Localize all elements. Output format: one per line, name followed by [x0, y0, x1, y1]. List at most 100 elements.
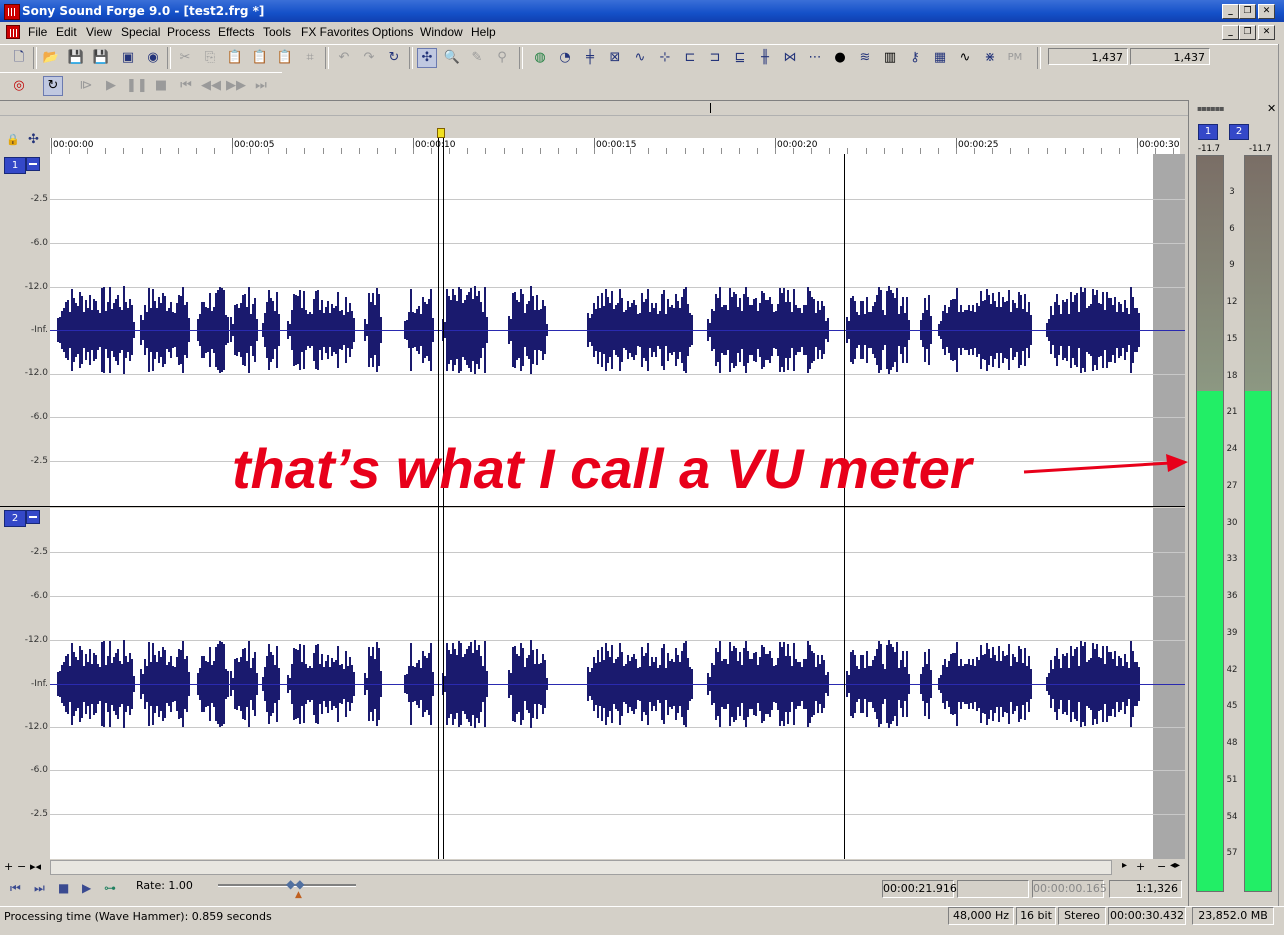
save-as-icon[interactable]: 💾: [91, 48, 111, 68]
process-icon-6[interactable]: ⊹: [655, 48, 675, 68]
repeat-icon[interactable]: ↻: [384, 48, 404, 68]
scroll-right-button[interactable]: ▸: [1122, 860, 1127, 871]
loop-icon[interactable]: ↻: [43, 76, 63, 96]
horizontal-scrollbar[interactable]: [50, 860, 1112, 875]
process-icon-1[interactable]: ◍: [530, 48, 550, 68]
rate-slider-thumb[interactable]: ◆◆: [286, 877, 304, 891]
redo-icon[interactable]: ↷: [359, 48, 379, 68]
menu-process[interactable]: Process: [167, 25, 210, 39]
process-icon-4[interactable]: ⊠: [605, 48, 625, 68]
cut-icon[interactable]: ✂: [175, 48, 195, 68]
play-all-icon[interactable]: ⧐: [76, 76, 96, 96]
channel-1-collapse-button[interactable]: [26, 157, 40, 171]
channel-1-badge[interactable]: 1: [4, 157, 26, 174]
process-icon-15[interactable]: ⋇: [980, 48, 1000, 68]
edit-tool-icon[interactable]: ✣: [417, 48, 437, 68]
time-zoom-toggle-button[interactable]: ◂▸: [1170, 860, 1180, 871]
status-bit-depth[interactable]: 16 bit: [1016, 907, 1056, 925]
document-icon[interactable]: [6, 25, 20, 39]
restore-button[interactable]: ❐: [1239, 4, 1256, 19]
playhead-marker[interactable]: [437, 128, 445, 138]
stop-small-icon[interactable]: ■: [58, 881, 69, 895]
paste-icon[interactable]: 📋: [225, 48, 245, 68]
process-icon-8[interactable]: ⊐: [705, 48, 725, 68]
paste-special-icon[interactable]: 📋: [275, 48, 295, 68]
rewind-icon[interactable]: ◀◀: [201, 76, 221, 96]
meter-channel-2-badge[interactable]: 2: [1229, 124, 1249, 140]
process-icon-16[interactable]: PM: [1005, 48, 1025, 68]
toolbar-field-1[interactable]: 1,437: [1048, 48, 1128, 65]
magnify-tool-icon[interactable]: 🔍: [442, 48, 462, 68]
snap-icon[interactable]: ✣: [28, 132, 39, 147]
zoom-out-button[interactable]: −: [17, 860, 26, 873]
meter-channel-1-badge[interactable]: 1: [1198, 124, 1218, 140]
lock-icon[interactable]: 🔒: [6, 133, 20, 146]
menu-window[interactable]: Window: [420, 25, 463, 39]
stop-icon[interactable]: ■: [151, 76, 171, 96]
process-icon-2[interactable]: ◔: [555, 48, 575, 68]
open-icon[interactable]: 📂: [41, 48, 61, 68]
crop-icon[interactable]: ⌗: [300, 48, 320, 68]
zoom-in-button[interactable]: +: [4, 860, 13, 873]
meter-grip[interactable]: ▪▪▪▪▪▪: [1197, 104, 1225, 113]
synth-icon[interactable]: ∿: [955, 48, 975, 68]
menu-options[interactable]: Options: [372, 25, 413, 39]
process-icon-5[interactable]: ∿: [630, 48, 650, 68]
status-channels[interactable]: Stereo: [1058, 907, 1106, 925]
event-tool-icon[interactable]: ⚲: [492, 48, 512, 68]
menu-fx-favorites[interactable]: FX Favorites: [301, 25, 369, 39]
time-zoom-in-button[interactable]: +: [1136, 860, 1145, 873]
scrub-icon[interactable]: ⊶: [104, 881, 116, 895]
copy-icon[interactable]: ⎘: [200, 48, 220, 68]
info-icon[interactable]: ●: [830, 48, 850, 68]
channel-2-collapse-button[interactable]: [26, 510, 40, 524]
save-icon[interactable]: 💾: [66, 48, 86, 68]
menu-file[interactable]: File: [28, 25, 47, 39]
menu-view[interactable]: View: [86, 25, 112, 39]
toolbar-field-2[interactable]: 1,437: [1130, 48, 1210, 65]
overview-bar[interactable]: [0, 101, 1188, 116]
process-icon-7[interactable]: ⊏: [680, 48, 700, 68]
pencil-tool-icon[interactable]: ✎: [467, 48, 487, 68]
process-icon-11[interactable]: ⋈: [780, 48, 800, 68]
process-icon-14[interactable]: ▦: [930, 48, 950, 68]
fast-forward-icon[interactable]: ▶▶: [226, 76, 246, 96]
doc-close-button[interactable]: ✕: [1258, 25, 1275, 40]
record-icon[interactable]: ◎: [9, 76, 29, 96]
zoom-ratio-field[interactable]: 1:1,326: [1109, 880, 1182, 898]
menu-tools[interactable]: Tools: [263, 25, 291, 39]
channel-2-badge[interactable]: 2: [4, 510, 26, 527]
process-icon-12[interactable]: ⋯: [805, 48, 825, 68]
undo-icon[interactable]: ↶: [334, 48, 354, 68]
status-sample-rate[interactable]: 48,000 Hz: [948, 907, 1014, 925]
time-zoom-out-button[interactable]: −: [1157, 860, 1166, 873]
play-small-icon[interactable]: ▶: [82, 881, 91, 895]
go-to-end-icon[interactable]: ⏭: [251, 76, 271, 96]
render-icon[interactable]: ▣: [118, 48, 138, 68]
properties-icon[interactable]: ◉: [143, 48, 163, 68]
zoom-toggle-button[interactable]: ▸◂: [30, 860, 41, 873]
minimize-button[interactable]: _: [1222, 4, 1239, 19]
keyboard-icon[interactable]: ▥: [880, 48, 900, 68]
next-marker-icon[interactable]: ⏭: [34, 881, 45, 896]
doc-restore-button[interactable]: ❐: [1239, 25, 1256, 40]
time-ruler[interactable]: 00:00:00 00:00:05 00:00:10 00:00:15 00:0…: [50, 138, 1180, 154]
go-to-start-icon[interactable]: ⏮: [176, 76, 196, 96]
selection-start-field[interactable]: 00:00:21.916: [882, 880, 957, 898]
process-icon-9[interactable]: ⊑: [730, 48, 750, 68]
menu-help[interactable]: Help: [471, 25, 496, 39]
close-button[interactable]: ✕: [1258, 4, 1275, 19]
process-icon-3[interactable]: ╪: [580, 48, 600, 68]
app-icon[interactable]: [4, 4, 20, 20]
process-icon-13[interactable]: ≋: [855, 48, 875, 68]
pause-icon[interactable]: ❚❚: [126, 76, 148, 96]
process-icon-10[interactable]: ╫: [755, 48, 775, 68]
selection-length-field[interactable]: 00:00:00.165: [1032, 880, 1107, 898]
menu-special[interactable]: Special: [121, 25, 160, 39]
mix-icon[interactable]: 📋: [250, 48, 270, 68]
menu-effects[interactable]: Effects: [218, 25, 254, 39]
selection-end-field[interactable]: [957, 880, 1029, 898]
doc-minimize-button[interactable]: _: [1222, 25, 1239, 40]
microphone-icon[interactable]: ⚷: [905, 48, 925, 68]
prev-marker-icon[interactable]: ⏮: [10, 881, 21, 896]
